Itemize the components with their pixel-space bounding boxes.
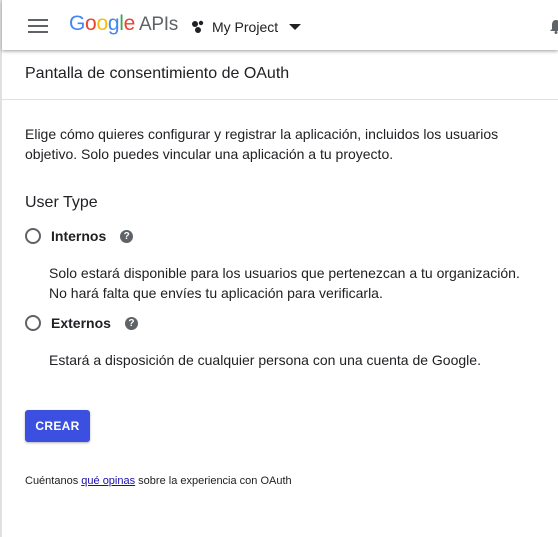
radio-option-internos[interactable]: Internos ? (25, 226, 134, 246)
page-title: Pantalla de consentimiento de OAuth (25, 65, 290, 82)
radio-button-internos[interactable] (25, 228, 41, 244)
logo-apis-text: APIs (138, 14, 178, 35)
top-app-bar: Google APIs My Project (2, 0, 558, 50)
radio-button-externos[interactable] (25, 315, 41, 331)
notifications-bell-icon[interactable] (550, 20, 558, 34)
project-selector[interactable]: My Project (190, 15, 302, 39)
feedback-text: Cuéntanos qué opinas sobre la experienci… (25, 475, 292, 487)
intro-text: Elige cómo quieres configurar y registra… (25, 126, 499, 162)
help-icon[interactable]: ? (124, 316, 138, 330)
project-name: My Project (212, 19, 279, 35)
feedback-suffix: sobre la experiencia con OAuth (138, 475, 292, 487)
create-button[interactable]: CREAR (25, 410, 90, 442)
user-type-heading: User Type (25, 194, 98, 211)
feedback-prefix: Cuéntanos (25, 475, 79, 487)
radio-option-externos[interactable]: Externos ? (25, 313, 138, 333)
window-left-border (0, 0, 2, 537)
hamburger-menu-icon[interactable] (28, 19, 48, 33)
internos-description: Solo estará disponible para los usuarios… (49, 265, 520, 301)
radio-label-internos: Internos (51, 228, 107, 244)
chevron-down-icon (289, 24, 302, 30)
google-apis-logo[interactable]: Google APIs (69, 12, 178, 36)
help-icon[interactable]: ? (120, 229, 134, 243)
title-divider (2, 99, 558, 100)
feedback-link[interactable]: qué opinas (81, 475, 135, 487)
project-dots-icon (192, 20, 204, 33)
radio-label-externos: Externos (51, 315, 111, 331)
externos-description: Estará a disposición de cualquier person… (49, 352, 481, 368)
